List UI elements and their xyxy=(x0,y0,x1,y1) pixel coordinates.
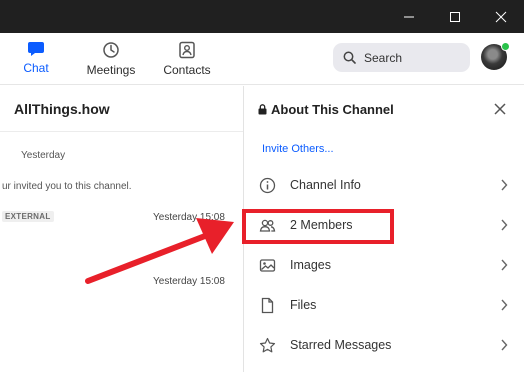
info-icon xyxy=(259,177,276,194)
file-icon xyxy=(261,297,274,314)
invite-others-link[interactable]: Invite Others... xyxy=(262,143,334,155)
starred-messages-label: Starred Messages xyxy=(290,338,392,352)
starred-messages-item[interactable]: Starred Messages xyxy=(244,325,524,365)
tab-chat[interactable]: Chat xyxy=(14,41,58,81)
chevron-right-icon xyxy=(501,299,508,311)
images-item[interactable]: Images xyxy=(244,245,524,285)
files-label: Files xyxy=(290,298,317,312)
tab-contacts[interactable]: Contacts xyxy=(158,41,216,81)
window-titlebar xyxy=(0,0,524,33)
chat-pane: AllThings.how Yesterday ur invited you t… xyxy=(0,86,243,372)
maximize-icon[interactable] xyxy=(432,0,478,33)
clock-icon xyxy=(103,42,119,58)
panel-title: About This Channel xyxy=(271,102,394,117)
tab-chat-label: Chat xyxy=(23,61,49,75)
external-badge: EXTERNAL xyxy=(2,211,54,222)
star-icon xyxy=(259,337,276,353)
tab-meetings-label: Meetings xyxy=(86,63,136,77)
channel-info-label: Channel Info xyxy=(290,178,361,192)
lock-icon xyxy=(258,104,267,115)
chat-icon xyxy=(28,42,44,56)
image-icon xyxy=(259,259,276,272)
annotation-highlight-box xyxy=(242,209,394,244)
chevron-right-icon xyxy=(501,219,508,231)
tab-meetings[interactable]: Meetings xyxy=(82,41,140,81)
chat-header-divider xyxy=(0,131,243,132)
message-timestamp: Yesterday 15:08 xyxy=(153,276,225,287)
channel-info-item[interactable]: Channel Info xyxy=(244,165,524,205)
files-item[interactable]: Files xyxy=(244,285,524,325)
close-icon[interactable] xyxy=(478,0,524,33)
chevron-right-icon xyxy=(501,339,508,351)
system-message: ur invited you to this channel. xyxy=(2,181,132,192)
minimize-icon[interactable] xyxy=(386,0,432,33)
panel-header: About This Channel xyxy=(258,102,394,117)
online-status-badge xyxy=(501,42,510,51)
search-input[interactable]: Search xyxy=(333,43,470,72)
contacts-icon xyxy=(179,41,195,59)
date-separator: Yesterday xyxy=(21,150,66,161)
search-icon xyxy=(343,51,356,64)
images-label: Images xyxy=(290,258,331,272)
message-timestamp: Yesterday 15:08 xyxy=(153,212,225,223)
channel-title: AllThings.how xyxy=(14,101,110,117)
chevron-right-icon xyxy=(501,179,508,191)
avatar[interactable] xyxy=(481,42,510,70)
tab-contacts-label: Contacts xyxy=(163,63,211,77)
chevron-right-icon xyxy=(501,259,508,271)
close-panel-icon[interactable] xyxy=(492,101,508,117)
search-placeholder: Search xyxy=(364,50,403,65)
